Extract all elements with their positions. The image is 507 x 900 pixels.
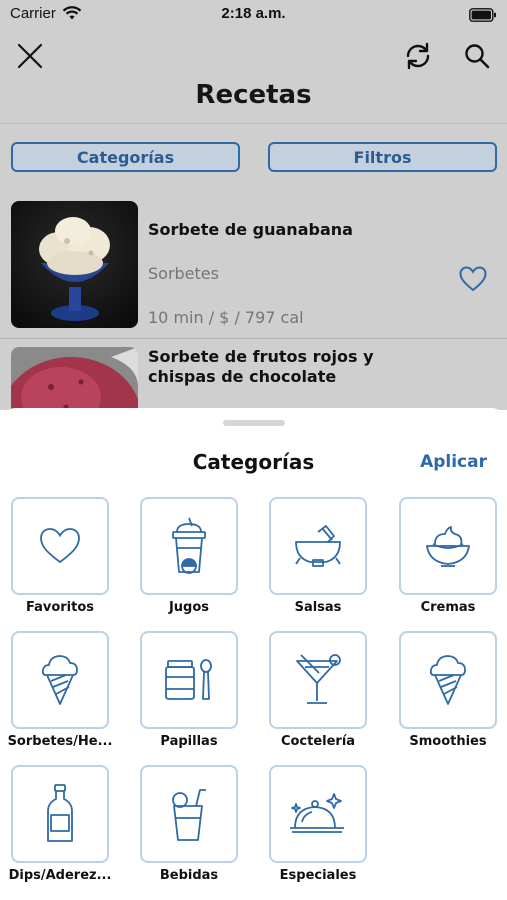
recipe-photo [11,201,138,328]
sheet-grabber[interactable] [223,420,285,426]
category-tile-box [269,497,367,595]
recipe-meta: 10 min / $ / 797 cal [148,308,304,327]
category-tile-box [399,631,497,729]
battery-icon [469,7,497,26]
cream-bowl-icon [426,526,470,567]
category-label: Cremas [420,600,476,615]
recipe-list: Sorbete de guanabana Sorbetes 10 min / $… [0,190,507,474]
category-label: Papillas [160,734,218,749]
filter-bar: Categorías Filtros [0,124,507,190]
categories-button[interactable]: Categorías [11,142,240,172]
category-tile-jugos[interactable]: Jugos [140,497,238,615]
baby-food-jar-icon [165,659,212,700]
refresh-button[interactable] [402,40,434,72]
category-label: Smoothies [409,734,487,749]
category-tile-dips[interactable]: Dips/Aderez... [9,765,111,883]
category-tile-cremas[interactable]: Cremas [399,497,497,615]
category-tile-favoritos[interactable]: Favoritos [11,497,109,615]
juice-cup-icon [172,517,206,574]
search-icon [465,44,490,69]
close-icon [17,43,43,69]
category-label: Especiales [279,868,357,883]
category-tile-box [140,631,238,729]
mortar-icon [295,525,341,567]
categories-sheet: Categorías Aplicar Favoritos Jugos Salsa… [0,408,507,900]
category-tile-papillas[interactable]: Papillas [140,631,238,749]
close-button[interactable] [14,40,46,72]
category-tile-box [269,765,367,863]
recipe-category: Sorbetes [148,264,219,283]
search-button[interactable] [461,40,493,72]
filters-button[interactable]: Filtros [268,142,497,172]
apply-button[interactable]: Aplicar [420,452,487,472]
category-label: Coctelería [280,734,356,749]
navigation-bar: Recetas [0,28,507,124]
cloche-icon [290,793,344,833]
category-label: Jugos [168,600,210,615]
category-label: Dips/Aderez... [8,868,112,883]
drink-glass-icon [172,789,206,841]
ice-cream-cone-icon [41,655,78,705]
category-tile-salsas[interactable]: Salsas [269,497,367,615]
recipe-title: Sorbete de guanabana [148,220,353,239]
heart-icon [40,528,80,564]
favorite-button[interactable] [459,266,487,296]
bottle-icon [47,784,73,842]
category-tile-cocteleria[interactable]: Coctelería [269,631,367,749]
recipe-card[interactable]: Sorbete de frutos rojos y chispas de cho… [0,339,507,474]
cocktail-icon [296,654,341,704]
status-time: 2:18 a.m. [221,5,286,22]
category-tile-box [11,765,109,863]
category-tile-box [269,631,367,729]
category-tile-box [140,497,238,595]
category-tile-bebidas[interactable]: Bebidas [140,765,238,883]
category-tile-especiales[interactable]: Especiales [269,765,367,883]
category-label: Bebidas [159,868,219,883]
category-tile-box [11,631,109,729]
category-label: Favoritos [25,600,95,615]
category-tile-box [140,765,238,863]
recipe-title: Sorbete de frutos rojos y chispas de cho… [148,347,374,386]
ice-cream-cone-icon [429,655,466,705]
page-title: Recetas [195,80,312,110]
category-label: Sorbetes/He... [7,734,113,749]
category-tile-box [11,497,109,595]
heart-icon [459,266,487,292]
category-tile-box [399,497,497,595]
refresh-icon [406,42,430,70]
category-label: Salsas [294,600,342,615]
category-tile-smoothies[interactable]: Smoothies [399,631,497,749]
category-tile-sorbetes[interactable]: Sorbetes/He... [8,631,112,749]
recipe-card[interactable]: Sorbete de guanabana Sorbetes 10 min / $… [0,190,507,339]
status-bar: Carrier 2:18 a.m. [0,0,507,28]
